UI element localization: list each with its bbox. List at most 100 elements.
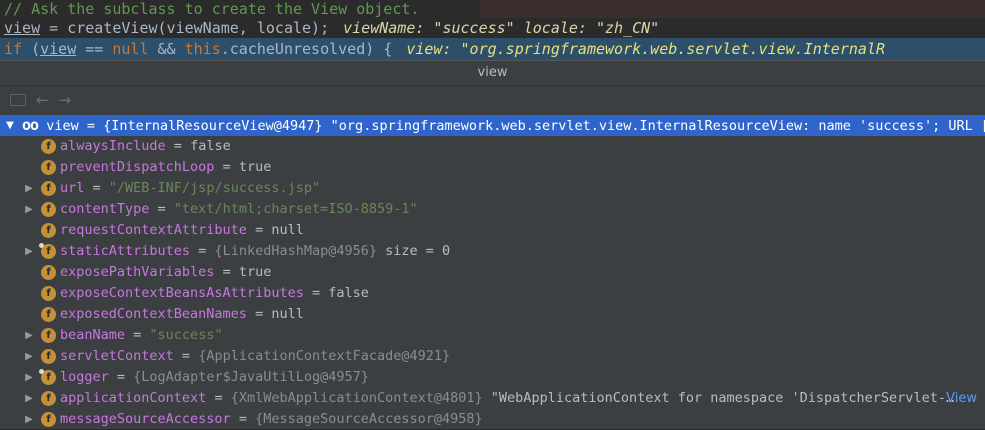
field-value: true: [238, 264, 272, 280]
tree-field-row[interactable]: f preventDispatchLoop = true: [0, 157, 985, 178]
error-highlight: [480, 0, 985, 18]
code-text: (: [22, 40, 41, 58]
field-icon-letter: f: [46, 288, 51, 299]
field-icon: f: [41, 202, 56, 217]
code-text: .cacheUnresolved) {: [220, 40, 393, 58]
expand-arrow-icon[interactable]: ▶: [23, 409, 35, 430]
tree-field-row[interactable]: ▶ f beanName = "success": [0, 325, 985, 346]
tree-field-row[interactable]: f exposedContextBeanNames = null: [0, 304, 985, 325]
field-icon: f: [39, 369, 56, 385]
equals-sign: =: [206, 390, 231, 406]
variable-inspector-popup: view ← → ▼ oo view = {InternalResourceVi…: [0, 60, 985, 429]
tree-field-row[interactable]: f exposeContextBeansAsAttributes = false: [0, 283, 985, 304]
equals-sign: =: [125, 327, 150, 343]
field-value: {LogAdapter$JavaUtilLog@4957}: [133, 369, 369, 385]
field-extra: size = 0: [377, 243, 451, 259]
field-icon-letter: f: [46, 309, 51, 320]
equals-sign: =: [173, 348, 199, 364]
tree-field-row[interactable]: ▶ f servletContext = {ApplicationContextFa…: [0, 346, 985, 367]
field-name: preventDispatchLoop: [60, 159, 215, 175]
field-name: exposePathVariables: [60, 264, 215, 280]
field-icon-letter: f: [46, 225, 51, 236]
tree-field-row[interactable]: ▶ f contentType = "text/html;charset=ISO-8…: [0, 199, 985, 220]
equals-sign: =: [108, 369, 134, 385]
code-line-createview: view = createView(viewName, locale); view…: [0, 18, 985, 38]
expand-arrow-icon[interactable]: ▶: [23, 241, 35, 262]
field-content: applicationContext = {XmlWebApplicationC…: [60, 388, 954, 409]
code-line-if: if (view == null && this.cacheUnresolved…: [0, 38, 985, 60]
expand-arrow-icon[interactable]: ▶: [23, 388, 35, 409]
field-icon: f: [41, 181, 56, 196]
tree-field-row[interactable]: ▶ f url = "/WEB-INF/jsp/success.jsp": [0, 178, 985, 199]
root-name: view: [46, 118, 79, 134]
equals-sign: =: [84, 180, 109, 196]
field-content: logger = {LogAdapter$JavaUtilLog@4957}: [60, 367, 369, 388]
field-icon-letter: f: [46, 183, 51, 194]
field-icon-letter: f: [46, 162, 51, 173]
tree-field-row[interactable]: f exposePathVariables = true: [0, 262, 985, 283]
var-view[interactable]: view: [40, 40, 76, 58]
expand-arrow-icon[interactable]: ▶: [23, 367, 35, 388]
field-content: messageSourceAccessor = {MessageSourceAc…: [60, 409, 483, 430]
field-content: beanName = "success": [60, 325, 223, 346]
forward-arrow-icon[interactable]: →: [59, 91, 72, 109]
field-content: servletContext = {ApplicationContextFaca…: [60, 346, 450, 367]
code-line-comment: // Ask the subclass to create the View o…: [0, 0, 985, 18]
collapse-arrow-icon[interactable]: ▼: [4, 115, 16, 136]
tree-field-row[interactable]: ▶ f logger = {LogAdapter$JavaUtilLog@4957}: [0, 367, 985, 388]
field-icon-letter: f: [46, 414, 51, 425]
tree-field-row[interactable]: ▶ f applicationContext = {XmlWebApplicatio…: [0, 388, 985, 409]
field-icon: f: [41, 286, 56, 301]
field-value: "success": [149, 327, 223, 343]
keyword-null: null: [112, 40, 149, 58]
keyword-if: if: [4, 40, 23, 58]
field-value: {ApplicationContextFacade@4921}: [198, 348, 451, 364]
field-name: logger: [60, 369, 109, 385]
view-link[interactable]: View: [946, 388, 977, 409]
field-icon-letter: f: [46, 330, 51, 341]
field-extra: "WebApplicationContext for namespace 'Di…: [482, 390, 955, 406]
expand-arrow-icon[interactable]: ▶: [23, 199, 35, 220]
var-view[interactable]: view: [4, 19, 40, 37]
tree-field-row[interactable]: ▶ f staticAttributes = {LinkedHashMap@4956…: [0, 241, 985, 262]
field-content: staticAttributes = {LinkedHashMap@4956} …: [60, 241, 450, 262]
expand-arrow-icon[interactable]: ▶: [23, 178, 35, 199]
tree-field-row[interactable]: f requestContextAttribute = null: [0, 220, 985, 241]
field-value: null: [271, 306, 304, 322]
field-icon-letter: f: [46, 393, 51, 404]
field-content: preventDispatchLoop = true: [60, 157, 271, 178]
field-icon: f: [41, 307, 56, 322]
field-name: requestContextAttribute: [60, 222, 247, 238]
field-icon: f: [41, 328, 56, 343]
tree-field-row[interactable]: f alwaysInclude = false: [0, 136, 985, 157]
inline-debug-hint: viewName: "success" locale: "zh_CN": [343, 19, 660, 37]
field-content: alwaysInclude = false: [60, 136, 231, 157]
tree-field-row[interactable]: ▶ f messageSourceAccessor = {MessageSource…: [0, 409, 985, 430]
tree-root-row[interactable]: ▼ oo view = {InternalResourceView@4947} …: [0, 115, 985, 136]
expand-arrow-icon[interactable]: ▶: [23, 325, 35, 346]
field-icon: f: [41, 265, 56, 280]
field-icon-letter: f: [46, 351, 51, 362]
back-arrow-icon[interactable]: ←: [36, 91, 49, 109]
field-icon: f: [41, 160, 56, 175]
root-content: oo view = {InternalResourceView@4947} "o…: [22, 115, 985, 136]
field-value: "text/html;charset=ISO-8859-1": [173, 201, 418, 217]
field-icon: f: [41, 223, 56, 238]
field-value: "/WEB-INF/jsp/success.jsp": [108, 180, 321, 196]
equals-sign: =: [246, 306, 272, 322]
field-name: exposedContextBeanNames: [60, 306, 247, 322]
equals-sign: =: [165, 138, 191, 154]
field-value: null: [271, 222, 304, 238]
watch-icon[interactable]: [10, 94, 26, 106]
field-icon-letter: f: [46, 204, 51, 215]
variables-tree: ▼ oo view = {InternalResourceView@4947} …: [0, 115, 985, 430]
equals-sign: =: [149, 201, 174, 217]
code-text: ==: [76, 40, 113, 58]
field-name: contentType: [60, 201, 150, 217]
field-icon: f: [41, 412, 56, 427]
field-value: {LinkedHashMap@4956}: [214, 243, 377, 259]
static-marker-icon: [39, 369, 44, 374]
field-name: applicationContext: [60, 390, 207, 406]
field-name: url: [60, 180, 85, 196]
expand-arrow-icon[interactable]: ▶: [23, 346, 35, 367]
